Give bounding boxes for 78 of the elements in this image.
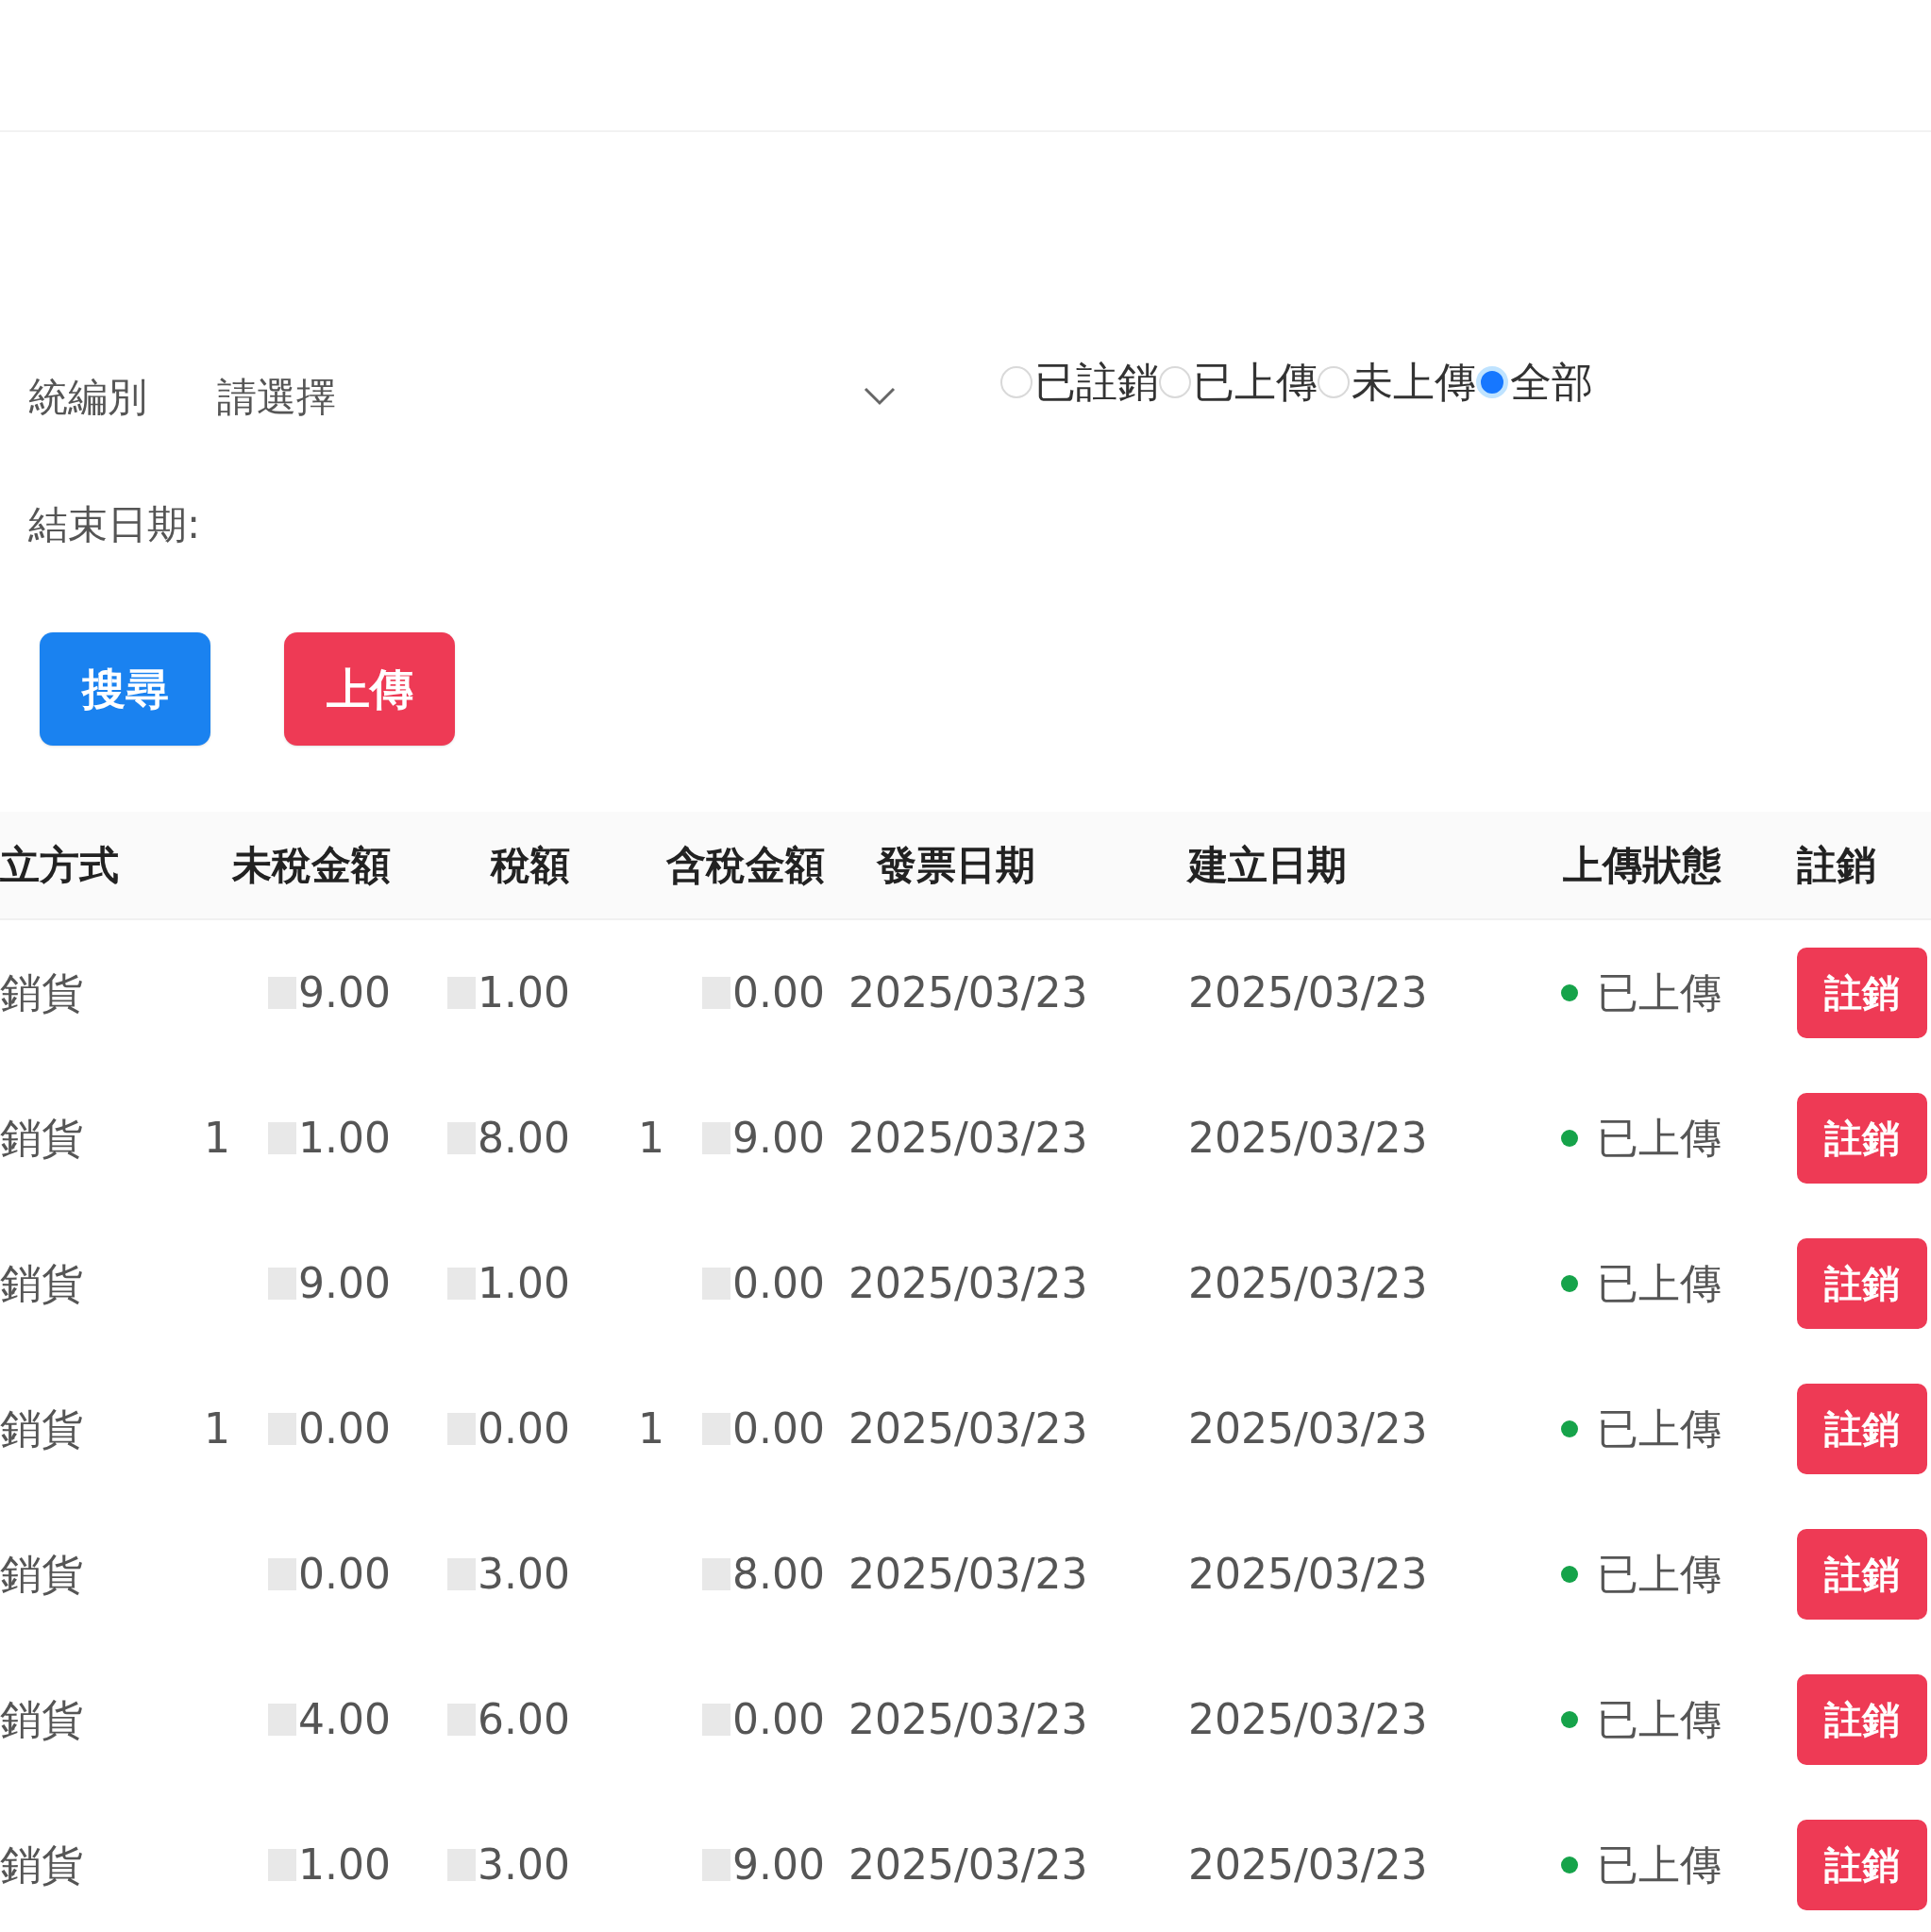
table-cell-text: 2025/03/23: [848, 1694, 1089, 1745]
table-cell-text: 銷貨: [0, 1549, 84, 1600]
company-select[interactable]: 請選擇: [217, 354, 906, 439]
table-cell-text: 8.00: [478, 1113, 570, 1164]
table-cell-text: 2025/03/23: [848, 1113, 1089, 1164]
table-cell-text: 已上傳: [1597, 1258, 1721, 1309]
table-cell-text: 1: [638, 1113, 665, 1164]
table-cell-text: 9.00: [298, 1258, 391, 1309]
field-label: 結束日期:: [28, 499, 201, 549]
table-cell-text: 已上傳: [1597, 1840, 1721, 1890]
table-cell-text: 1: [204, 1113, 231, 1164]
table-cell-text: 4.00: [298, 1694, 391, 1745]
table-cell-text: 2025/03/23: [1187, 1258, 1429, 1309]
table-cell-text: 已上傳: [1597, 1403, 1721, 1454]
table-cell-text: 1.00: [478, 967, 570, 1018]
table-cell-text: 2025/03/23: [848, 1258, 1089, 1309]
table-cell-text: 3.00: [478, 1840, 570, 1890]
table-cell-text: 0.00: [298, 1549, 391, 1600]
cancel-button[interactable]: 註銷: [1797, 1384, 1927, 1474]
column-header: 註銷: [1796, 841, 1877, 890]
chevron-down-icon: [863, 386, 897, 407]
table-cell-text: 2025/03/23: [848, 1403, 1089, 1454]
column-header: 含稅金額: [665, 841, 825, 890]
table-cell-text: 銷貨: [0, 967, 84, 1018]
search-button[interactable]: 搜尋: [40, 632, 210, 746]
column-header: 上傳狀態: [1562, 841, 1721, 890]
cancel-button[interactable]: 註銷: [1797, 1093, 1927, 1184]
table-cell-text: 1.00: [298, 1113, 391, 1164]
table-cell-text: 0.00: [298, 1403, 391, 1454]
status-radio[interactable]: 已註銷: [1000, 351, 1159, 413]
field-label: 統編別: [28, 372, 148, 422]
table-cell-text: 2025/03/23: [1187, 1840, 1429, 1890]
table-cell-text: 0.00: [478, 1403, 570, 1454]
table-cell-text: 9.00: [732, 1113, 825, 1164]
table-cell-text: 1.00: [478, 1258, 570, 1309]
table-cell-text: 2025/03/23: [848, 1549, 1089, 1600]
table-cell-text: 6.00: [478, 1694, 570, 1745]
table-cell-text: 2025/03/23: [1187, 1403, 1429, 1454]
cancel-button[interactable]: 註銷: [1797, 1820, 1927, 1910]
status-radio[interactable]: 已上傳: [1159, 351, 1318, 413]
table-cell-text: 9.00: [732, 1840, 825, 1890]
table-cell-text: 0.00: [732, 1694, 825, 1745]
table-cell-text: 1: [638, 1403, 665, 1454]
table-cell-text: 2025/03/23: [848, 1840, 1089, 1890]
table-cell-text: 銷貨: [0, 1694, 84, 1745]
table-cell-text: 2025/03/23: [1187, 1694, 1429, 1745]
table-cell-text: 9.00: [298, 967, 391, 1018]
status-radio[interactable]: 未上傳: [1318, 351, 1476, 413]
table-cell-text: 2025/03/23: [848, 967, 1089, 1018]
cancel-button[interactable]: 註銷: [1797, 1238, 1927, 1329]
column-header: 未稅金額: [230, 841, 391, 890]
table-cell-text: 銷貨: [0, 1403, 84, 1454]
table-cell-text: 2025/03/23: [1187, 967, 1429, 1018]
cancel-button[interactable]: 註銷: [1797, 1674, 1927, 1765]
table-cell-text: 已上傳: [1597, 1549, 1721, 1600]
column-header: 建立日期: [1185, 841, 1348, 890]
table-cell-text: 2025/03/23: [1187, 1113, 1429, 1164]
table-cell-text: 0.00: [732, 1403, 825, 1454]
table-cell-text: 已上傳: [1597, 967, 1721, 1018]
table-cell-text: 0.00: [732, 1258, 825, 1309]
cancel-button[interactable]: 註銷: [1797, 1529, 1927, 1620]
table-cell-text: 銷貨: [0, 1840, 84, 1890]
table-cell-text: 銷貨: [0, 1113, 84, 1164]
table-cell-text: 1.00: [298, 1840, 391, 1890]
table-cell-text: 0.00: [732, 967, 825, 1018]
table-cell-text: 2025/03/23: [1187, 1549, 1429, 1600]
table-cell-text: 8.00: [732, 1549, 825, 1600]
column-header: 稅額: [489, 841, 570, 890]
cancel-button[interactable]: 註銷: [1797, 948, 1927, 1038]
table-cell-text: 3.00: [478, 1549, 570, 1600]
status-radio[interactable]: 全部: [1476, 351, 1593, 413]
table-cell-text: 已上傳: [1597, 1113, 1721, 1164]
column-header: 發票日期: [875, 841, 1036, 890]
column-header: 立方式: [0, 841, 120, 890]
table-cell-text: 已上傳: [1597, 1694, 1721, 1745]
upload-button[interactable]: 上傳: [284, 632, 455, 746]
table-cell-text: 1: [204, 1403, 231, 1454]
table-cell-text: 銷貨: [0, 1258, 84, 1309]
